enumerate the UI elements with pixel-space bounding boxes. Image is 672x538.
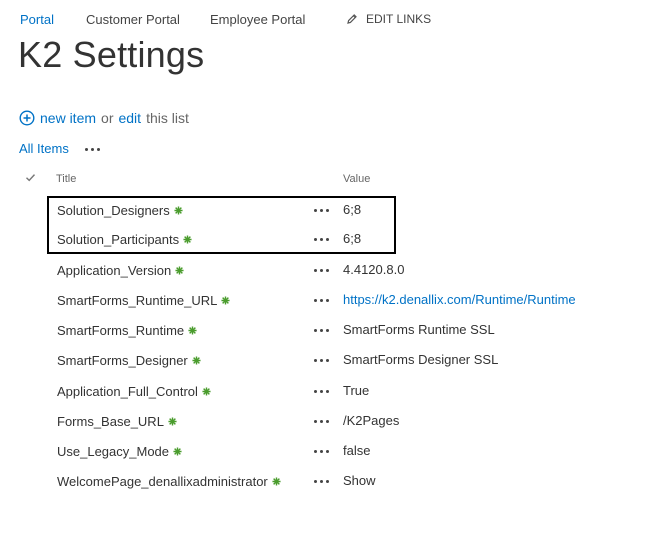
nav-link-portal[interactable]: Portal — [20, 12, 54, 27]
row-value: SmartForms Designer SSL — [343, 352, 499, 367]
table-row[interactable]: Application_Full_Control True — [0, 376, 672, 406]
row-title[interactable]: Use_Legacy_Mode — [57, 444, 182, 459]
edit-links-button[interactable]: EDIT LINKS — [346, 12, 431, 26]
row-title-text[interactable]: Forms_Base_URL — [57, 414, 164, 429]
row-value: /K2Pages — [343, 413, 400, 428]
edit-links-label: EDIT LINKS — [366, 12, 432, 26]
row-title[interactable]: Forms_Base_URL — [57, 414, 177, 429]
new-item-icon — [192, 356, 201, 365]
table-row[interactable]: SmartForms_Designer SmartForms Designer … — [0, 345, 672, 375]
row-title[interactable]: SmartForms_Runtime — [57, 323, 197, 338]
row-title-text[interactable]: WelcomePage_denallixadministrator — [57, 474, 268, 489]
new-item-icon — [188, 326, 197, 335]
new-item-icon — [272, 477, 281, 486]
row-title[interactable]: SmartForms_Designer — [57, 353, 201, 368]
row-menu-icon[interactable] — [314, 420, 329, 423]
row-title-text[interactable]: SmartForms_Designer — [57, 353, 188, 368]
row-title-text[interactable]: Application_Version — [57, 263, 171, 278]
row-menu-icon[interactable] — [314, 269, 329, 272]
row-menu-icon[interactable] — [314, 329, 329, 332]
row-menu-icon[interactable] — [314, 450, 329, 453]
list-header: Title Value — [0, 171, 672, 187]
select-all-check-icon[interactable] — [25, 172, 36, 183]
nav-link-customer-portal[interactable]: Customer Portal — [86, 12, 180, 27]
new-item-link[interactable]: new item — [40, 110, 96, 126]
row-title-text[interactable]: SmartForms_Runtime — [57, 323, 184, 338]
row-title-text[interactable]: Application_Full_Control — [57, 384, 198, 399]
this-list-text: this list — [146, 110, 189, 126]
or-text: or — [101, 110, 114, 126]
row-menu-icon[interactable] — [314, 480, 329, 483]
row-title[interactable]: WelcomePage_denallixadministrator — [57, 474, 281, 489]
table-row[interactable]: SmartForms_Runtime SmartForms Runtime SS… — [0, 315, 672, 345]
row-menu-icon[interactable] — [314, 359, 329, 362]
table-row[interactable]: Use_Legacy_Mode false — [0, 436, 672, 466]
new-item-icon — [202, 387, 211, 396]
edit-list-link[interactable]: edit — [118, 110, 141, 126]
highlight-box — [47, 196, 396, 254]
column-header-value[interactable]: Value — [343, 173, 370, 185]
nav-link-employee-portal[interactable]: Employee Portal — [210, 12, 305, 27]
table-row[interactable]: WelcomePage_denallixadministrator Show — [0, 466, 672, 496]
view-all-items[interactable]: All Items — [19, 141, 69, 156]
pencil-icon — [347, 14, 357, 24]
row-menu-icon[interactable] — [314, 299, 329, 302]
page-title: K2 Settings — [18, 34, 205, 75]
row-value: false — [343, 443, 371, 458]
column-header-title[interactable]: Title — [56, 173, 76, 185]
add-circle-icon[interactable] — [19, 110, 35, 126]
row-value-link[interactable]: https://k2.denallix.com/Runtime/Runtime — [343, 292, 576, 307]
row-menu-icon[interactable] — [314, 390, 329, 393]
table-row[interactable]: Application_Version 4.4120.8.0 — [0, 255, 672, 285]
new-item-icon — [173, 447, 182, 456]
new-item-icon — [221, 296, 230, 305]
row-value: SmartForms Runtime SSL — [343, 322, 495, 337]
row-value: Show — [343, 473, 376, 488]
more-views-icon[interactable] — [84, 146, 100, 151]
row-title[interactable]: Application_Full_Control — [57, 384, 211, 399]
row-title-text[interactable]: Use_Legacy_Mode — [57, 444, 169, 459]
new-item-icon — [168, 417, 177, 426]
new-item-icon — [175, 266, 184, 275]
row-value: 4.4120.8.0 — [343, 262, 405, 277]
row-title-text[interactable]: SmartForms_Runtime_URL — [57, 293, 217, 308]
row-title[interactable]: Application_Version — [57, 263, 184, 278]
table-row[interactable]: SmartForms_Runtime_URL https://k2.denall… — [0, 285, 672, 315]
list-toolbar: new item or edit this list — [19, 110, 189, 126]
row-title[interactable]: SmartForms_Runtime_URL — [57, 293, 230, 308]
table-row[interactable]: Forms_Base_URL /K2Pages — [0, 406, 672, 436]
view-selector: All Items — [19, 141, 100, 156]
row-value: True — [343, 383, 370, 398]
